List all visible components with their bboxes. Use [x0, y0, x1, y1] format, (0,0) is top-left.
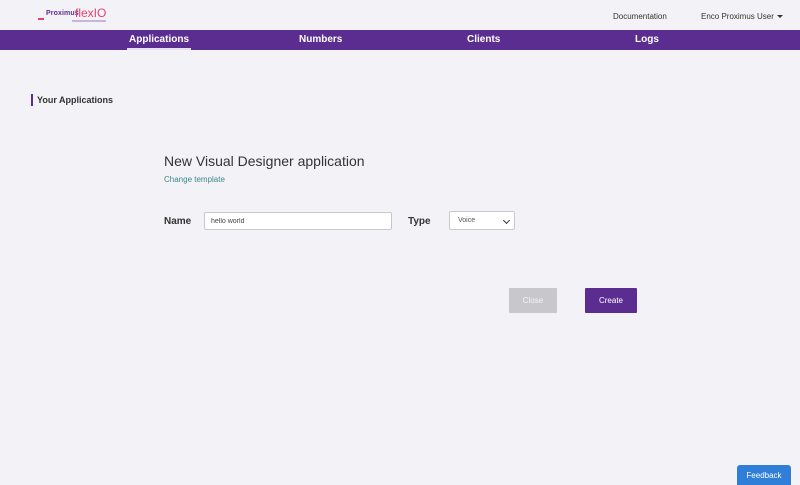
feedback-button[interactable]: Feedback — [737, 465, 791, 485]
name-label: Name — [164, 216, 192, 227]
section-title: Your Applications — [31, 94, 113, 106]
nav-logs[interactable]: Logs — [635, 30, 659, 50]
logo-tagline — [72, 20, 106, 22]
type-select-value: Voice — [458, 217, 476, 224]
close-button[interactable]: Close — [509, 288, 557, 313]
type-label: Type — [408, 216, 431, 227]
change-template-link[interactable]: Change template — [164, 175, 225, 184]
create-button[interactable]: Create — [585, 288, 637, 313]
user-menu[interactable]: Enco Proximus User — [701, 12, 783, 21]
main-nav: Applications Numbers Clients Logs — [0, 30, 800, 50]
top-header: Proximus flexIO Documentation Enco Proxi… — [0, 0, 800, 30]
name-input[interactable] — [204, 212, 392, 230]
documentation-link[interactable]: Documentation — [613, 12, 667, 21]
logo-product-text: flexIO — [75, 6, 107, 20]
form-title: New Visual Designer application — [164, 153, 365, 169]
nav-numbers[interactable]: Numbers — [299, 30, 342, 50]
nav-clients[interactable]: Clients — [467, 30, 500, 50]
type-select[interactable]: Voice — [449, 211, 515, 230]
proximus-flexio-logo[interactable]: Proximus flexIO — [38, 6, 108, 25]
chevron-down-icon — [502, 216, 511, 225]
caret-down-icon — [776, 15, 783, 19]
logo-accent — [38, 18, 44, 20]
nav-applications[interactable]: Applications — [126, 30, 192, 50]
user-menu-label: Enco Proximus User — [701, 12, 774, 21]
logo-brand-text: Proximus — [46, 10, 79, 17]
